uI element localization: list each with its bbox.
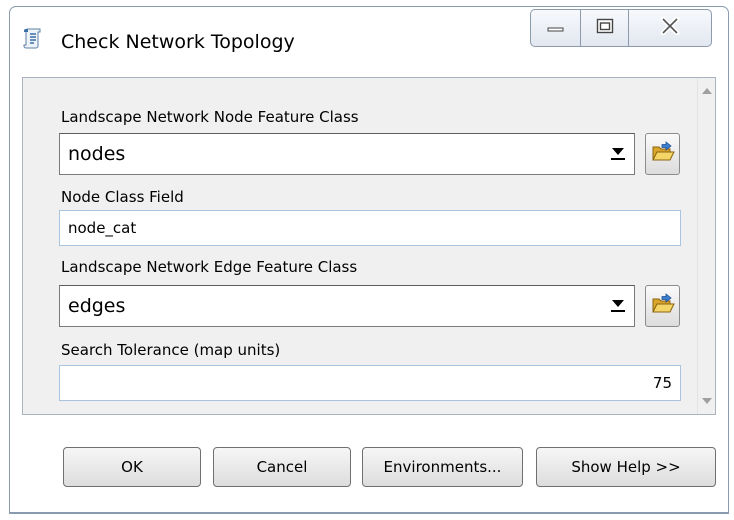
maximize-button[interactable] <box>580 9 628 47</box>
node-feature-class-combo[interactable]: nodes <box>59 133 635 175</box>
node-class-field-label: Node Class Field <box>61 188 184 206</box>
dialog-window: Check Network Topology Landscape Network… <box>9 6 729 514</box>
vertical-scrollbar[interactable] <box>697 78 715 414</box>
node-class-field-value: node_cat <box>68 219 137 237</box>
parameters-panel: Landscape Network Node Feature Class nod… <box>22 77 716 415</box>
search-tolerance-label: Search Tolerance (map units) <box>61 341 281 359</box>
window-controls <box>530 9 712 47</box>
open-folder-icon <box>651 141 675 167</box>
scroll-up-arrow-icon[interactable] <box>702 88 712 94</box>
browse-edges-button[interactable] <box>645 285 680 327</box>
environments-button[interactable]: Environments... <box>362 447 523 487</box>
close-button[interactable] <box>628 9 712 47</box>
edge-feature-class-combo[interactable]: edges <box>59 285 635 327</box>
node-feature-class-value: nodes <box>68 143 126 165</box>
edge-feature-class-value: edges <box>68 295 126 317</box>
search-tolerance-input[interactable]: 75 <box>59 365 681 401</box>
maximize-icon <box>596 18 614 38</box>
open-folder-icon <box>651 293 675 319</box>
window-title: Check Network Topology <box>61 31 295 53</box>
dropdown-arrow-icon[interactable] <box>610 148 626 162</box>
minimize-icon <box>546 19 566 37</box>
scroll-down-arrow-icon[interactable] <box>702 398 712 404</box>
browse-nodes-button[interactable] <box>645 133 680 175</box>
script-tool-icon <box>22 26 46 50</box>
title-bar[interactable]: Check Network Topology <box>10 7 728 77</box>
node-feature-class-label: Landscape Network Node Feature Class <box>61 108 359 126</box>
close-icon <box>660 16 680 39</box>
cancel-button[interactable]: Cancel <box>213 447 351 487</box>
minimize-button[interactable] <box>530 9 580 47</box>
edge-feature-class-label: Landscape Network Edge Feature Class <box>61 258 358 276</box>
search-tolerance-value: 75 <box>652 374 672 392</box>
ok-button[interactable]: OK <box>63 447 201 487</box>
node-class-field-input[interactable]: node_cat <box>59 210 681 246</box>
dropdown-arrow-icon[interactable] <box>610 300 626 314</box>
show-help-button[interactable]: Show Help >> <box>536 447 716 487</box>
